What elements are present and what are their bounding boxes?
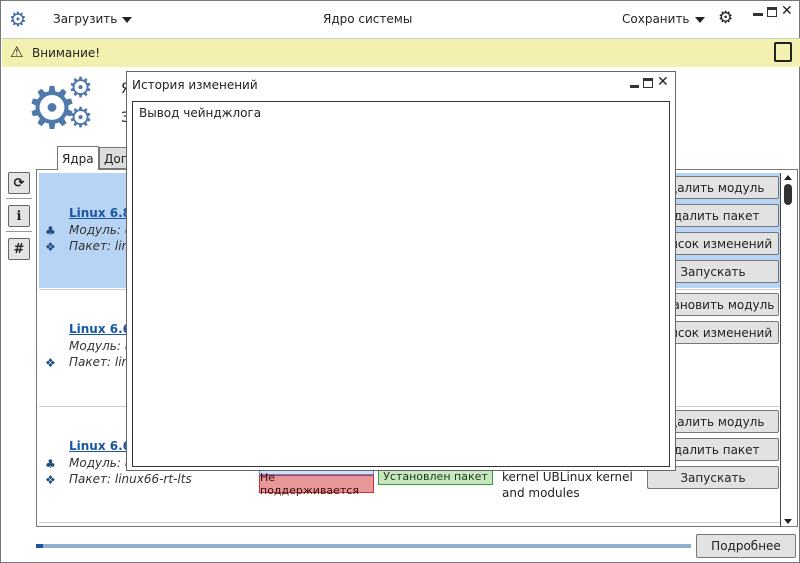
divider xyxy=(6,198,32,199)
kernel-module: Модуль: u xyxy=(69,339,133,353)
close-icon[interactable]: ✕ xyxy=(781,3,793,19)
warning-text: Внимание! xyxy=(32,46,101,60)
window-title: Ядро системы xyxy=(323,12,413,26)
warning-banner: ⚠ Внимание! xyxy=(2,38,800,67)
chevron-down-icon xyxy=(122,16,133,23)
main-window: ⚙ Загрузить Ядро системы Сохранить ⚙ ✕ ⚠… xyxy=(0,0,800,563)
gear-icon[interactable]: ⚙ xyxy=(718,8,733,28)
hash-button[interactable]: # xyxy=(8,238,30,260)
kernel-module: Модуль: u xyxy=(69,223,133,237)
minimize-icon[interactable] xyxy=(630,85,639,88)
divider xyxy=(39,522,780,523)
maximize-icon[interactable] xyxy=(767,7,777,17)
load-menu[interactable]: Загрузить xyxy=(53,12,133,26)
close-icon[interactable]: ✕ xyxy=(657,74,669,90)
package-icon: ❖ xyxy=(45,473,56,487)
module-icon: ♣ xyxy=(45,224,56,238)
package-icon: ❖ xyxy=(45,356,56,370)
chevron-down-icon xyxy=(694,16,705,23)
kernel-description: kernel UBLinux kernel and modules xyxy=(502,470,633,500)
divider xyxy=(6,231,32,232)
kernel-module: Модуль: u xyxy=(69,456,133,470)
save-lock-icon[interactable] xyxy=(774,42,792,62)
gear-small-icon: ⚙ xyxy=(68,101,94,134)
scroll-down-icon[interactable] xyxy=(784,519,792,524)
refresh-button[interactable]: ⟳ xyxy=(8,172,30,194)
save-menu[interactable]: Сохранить xyxy=(622,12,705,26)
unsupported-badge: Не поддерживается xyxy=(259,471,374,497)
kernel-package: Пакет: linux66-rt-lts xyxy=(69,472,192,486)
tab-additional[interactable]: Доп xyxy=(99,147,129,169)
progress-bar xyxy=(36,544,691,548)
app-gears-icon: ⚙ xyxy=(9,7,27,31)
package-icon: ❖ xyxy=(45,240,56,254)
info-button[interactable]: ℹ xyxy=(8,205,30,227)
scroll-up-icon[interactable] xyxy=(784,175,792,180)
scrollbar[interactable] xyxy=(780,173,796,527)
gear-small-icon: ⚙ xyxy=(68,71,94,104)
minimize-icon[interactable] xyxy=(753,13,763,16)
load-label: Загрузить xyxy=(53,12,118,26)
save-label: Сохранить xyxy=(622,12,690,26)
progress-fill xyxy=(36,544,43,548)
scroll-thumb[interactable] xyxy=(784,184,792,205)
changelog-output[interactable]: Вывод чейнджлога xyxy=(132,101,670,467)
maximize-icon[interactable] xyxy=(643,78,653,88)
warning-icon: ⚠ xyxy=(10,43,24,61)
dialog-title: История изменений xyxy=(132,78,258,92)
module-icon: ♣ xyxy=(45,457,56,471)
tab-kernels[interactable]: Ядра xyxy=(57,146,99,170)
changelog-dialog: История изменений ✕ Вывод чейнджлога xyxy=(126,71,676,471)
details-button[interactable]: Подробнее xyxy=(696,534,796,558)
